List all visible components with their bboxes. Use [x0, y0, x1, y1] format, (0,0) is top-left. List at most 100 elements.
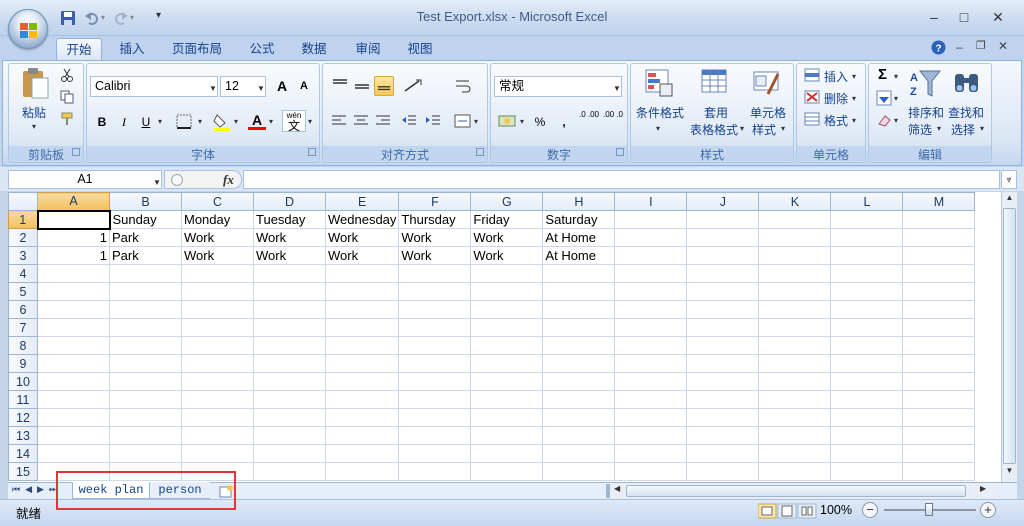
cell-i11[interactable] [614, 390, 688, 409]
cell-a9[interactable] [37, 354, 110, 373]
page-break-view-icon[interactable] [797, 503, 817, 519]
cell-g3[interactable]: Work [470, 246, 544, 265]
ribbon-minimize-button[interactable]: – [956, 40, 963, 54]
column-header-b[interactable]: B [109, 192, 182, 211]
cell-d10[interactable] [253, 372, 326, 391]
cell-m7[interactable] [902, 318, 976, 337]
horizontal-scrollbar[interactable]: ◀ ▶ [612, 484, 1000, 498]
cell-g10[interactable] [470, 372, 544, 391]
cell-b5[interactable] [109, 282, 182, 301]
delete-cells-icon[interactable] [804, 90, 820, 104]
row-header-15[interactable]: 15 [8, 462, 38, 481]
cell-h9[interactable] [542, 354, 616, 373]
cell-i8[interactable] [614, 336, 688, 355]
tab-formulas[interactable]: 公式 [240, 38, 284, 60]
cell-a12[interactable] [37, 408, 110, 427]
cell-j14[interactable] [686, 444, 760, 463]
alignment-launcher-icon[interactable] [476, 148, 484, 156]
cell-m8[interactable] [902, 336, 976, 355]
cell-e3[interactable]: Work [324, 246, 400, 265]
cell-a13[interactable] [37, 426, 110, 445]
cell-c5[interactable] [181, 282, 254, 301]
cell-h14[interactable] [542, 444, 616, 463]
sort-filter-dropdown-icon[interactable]: ▾ [937, 124, 941, 133]
scroll-right-icon[interactable]: ▶ [980, 484, 986, 493]
cell-k11[interactable] [758, 390, 832, 409]
comma-button[interactable]: , [554, 112, 574, 132]
cell-d3[interactable]: Work [253, 246, 326, 265]
cell-i6[interactable] [614, 300, 688, 319]
cell-c13[interactable] [181, 426, 254, 445]
zoom-out-button[interactable]: − [862, 502, 878, 518]
underline-button[interactable]: U [136, 112, 156, 132]
merge-center-icon[interactable] [454, 112, 472, 130]
scroll-left-icon[interactable]: ◀ [614, 484, 620, 493]
horizontal-scroll-thumb[interactable] [626, 485, 966, 497]
formula-toggle-icon[interactable] [171, 174, 183, 186]
cell-c6[interactable] [181, 300, 254, 319]
cell-g12[interactable] [470, 408, 544, 427]
decrease-decimal-button[interactable]: .00 .0 [602, 110, 624, 132]
cell-i15[interactable] [614, 462, 688, 481]
cell-a14[interactable] [37, 444, 110, 463]
page-layout-view-icon[interactable] [777, 503, 797, 519]
cell-l11[interactable] [830, 390, 904, 409]
normal-view-icon[interactable] [758, 503, 777, 519]
clear-dropdown-icon[interactable]: ▾ [894, 116, 898, 125]
sort-filter-label-2[interactable]: 筛选 [908, 121, 932, 138]
tab-split-handle[interactable] [606, 484, 610, 498]
bold-button[interactable]: B [92, 112, 112, 132]
orientation-icon[interactable] [402, 77, 426, 95]
cell-d4[interactable] [253, 264, 326, 283]
conditional-formatting-dropdown-icon[interactable]: ▾ [656, 124, 660, 133]
row-header-6[interactable]: 6 [8, 300, 38, 319]
row-header-13[interactable]: 13 [8, 426, 38, 445]
format-as-table-label-2[interactable]: 表格格式 [690, 121, 738, 138]
cell-m3[interactable] [902, 246, 976, 265]
fill-color-icon[interactable] [212, 112, 232, 132]
cell-e6[interactable] [324, 300, 400, 319]
cell-l9[interactable] [830, 354, 904, 373]
expand-formula-bar-icon[interactable]: ⩔ [1001, 170, 1017, 189]
cell-i9[interactable] [614, 354, 688, 373]
autosum-dropdown-icon[interactable]: ▾ [894, 72, 898, 81]
insert-cells-label[interactable]: 插入 [824, 68, 848, 85]
insert-function-button[interactable]: fx [223, 172, 234, 188]
format-as-table-icon[interactable] [700, 68, 730, 98]
cell-b13[interactable] [109, 426, 182, 445]
tab-home[interactable]: 开始 [56, 38, 102, 60]
cell-h5[interactable] [542, 282, 616, 301]
cell-g4[interactable] [470, 264, 544, 283]
cell-f10[interactable] [398, 372, 472, 391]
column-header-j[interactable]: J [686, 192, 760, 211]
cell-m15[interactable] [902, 462, 976, 481]
cell-g11[interactable] [470, 390, 544, 409]
cell-g5[interactable] [470, 282, 544, 301]
cell-g1[interactable]: Friday [470, 210, 544, 229]
cell-j5[interactable] [686, 282, 760, 301]
cell-l15[interactable] [830, 462, 904, 481]
select-all-corner[interactable] [8, 192, 38, 211]
row-header-4[interactable]: 4 [8, 264, 38, 283]
name-box-dropdown-icon[interactable]: ▼ [153, 174, 161, 191]
cell-l7[interactable] [830, 318, 904, 337]
cell-c10[interactable] [181, 372, 254, 391]
increase-indent-icon[interactable] [424, 112, 442, 130]
cell-j3[interactable] [686, 246, 760, 265]
workbook-close-button[interactable]: ✕ [998, 39, 1008, 53]
cell-m5[interactable] [902, 282, 976, 301]
cell-l10[interactable] [830, 372, 904, 391]
cell-k2[interactable] [758, 228, 832, 247]
cell-i7[interactable] [614, 318, 688, 337]
decrease-indent-icon[interactable] [400, 112, 418, 130]
cell-f7[interactable] [398, 318, 472, 337]
cell-b14[interactable] [109, 444, 182, 463]
font-color-dropdown-icon[interactable]: ▾ [269, 117, 273, 126]
cell-i10[interactable] [614, 372, 688, 391]
cell-k9[interactable] [758, 354, 832, 373]
cell-h3[interactable]: At Home [542, 246, 616, 265]
minimize-button[interactable]: – [920, 8, 948, 26]
cell-l5[interactable] [830, 282, 904, 301]
cell-k15[interactable] [758, 462, 832, 481]
column-header-f[interactable]: F [398, 192, 472, 211]
